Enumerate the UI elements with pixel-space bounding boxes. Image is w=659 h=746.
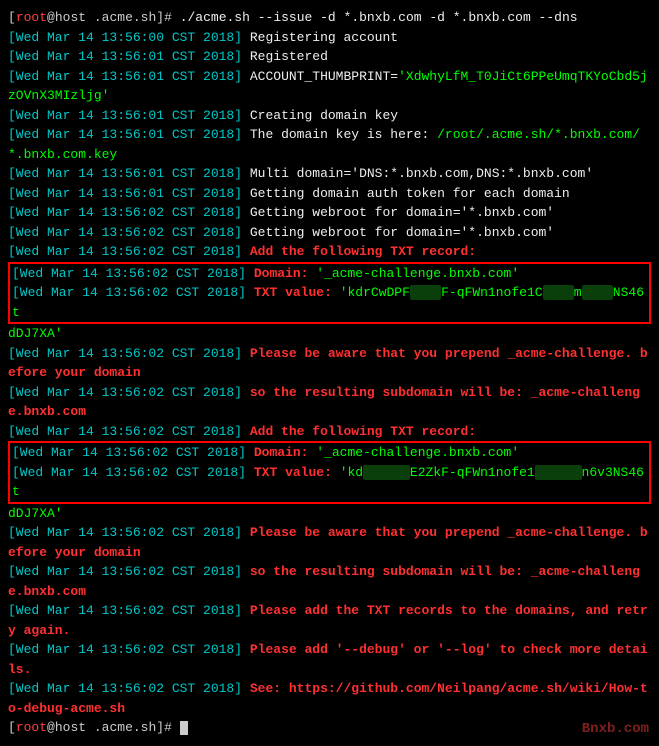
msg-multi-domain: Multi domain='DNS:*.bnxb.com,DNS:*.bnxb.…	[250, 166, 593, 181]
log-line: [Wed Mar 14 13:56:02 CST 2018] Please be…	[8, 344, 651, 383]
prompt-host: host	[55, 10, 86, 25]
msg-webroot1: Getting webroot for domain='*.bnxb.com'	[250, 205, 554, 220]
timestamp: [Wed Mar 14 13:56:02 CST 2018]	[8, 681, 242, 696]
txt-val-part: m	[574, 285, 582, 300]
timestamp: [Wed Mar 14 13:56:02 CST 2018]	[12, 285, 246, 300]
key-here-label: The domain key is here:	[250, 127, 437, 142]
log-line: [Wed Mar 14 13:56:02 CST 2018] Getting w…	[8, 223, 651, 243]
log-line: [Wed Mar 14 13:56:02 CST 2018] Domain: '…	[12, 443, 647, 463]
log-line: [Wed Mar 14 13:56:02 CST 2018] TXT value…	[12, 463, 647, 502]
prompt-line[interactable]: [root@host .acme.sh]# ./acme.sh --issue …	[8, 8, 651, 28]
txt-label: TXT value:	[254, 285, 340, 300]
msg-registering: Registering account	[250, 30, 398, 45]
log-line: [Wed Mar 14 13:56:02 CST 2018] Add the f…	[8, 242, 651, 262]
prompt-line[interactable]: [root@host .acme.sh]#	[8, 718, 651, 738]
prompt-host: host	[55, 720, 86, 735]
msg-add-txt: Add the following TXT record:	[250, 424, 476, 439]
log-line: [Wed Mar 14 13:56:02 CST 2018] so the re…	[8, 562, 651, 601]
prompt-user: root	[16, 10, 47, 25]
timestamp: [Wed Mar 14 13:56:02 CST 2018]	[8, 424, 242, 439]
timestamp: [Wed Mar 14 13:56:02 CST 2018]	[12, 266, 246, 281]
domain-value: '_acme-challenge.bnxb.com'	[316, 445, 519, 460]
timestamp: [Wed Mar 14 13:56:01 CST 2018]	[8, 49, 242, 64]
highlight-box-2: [Wed Mar 14 13:56:02 CST 2018] Domain: '…	[8, 441, 651, 504]
command-text: ./acme.sh --issue -d *.bnxb.com -d *.bnx…	[180, 10, 578, 25]
log-line: dDJ7XA'	[8, 324, 651, 344]
watermark: Bnxb.com	[582, 719, 649, 740]
domain-label: Domain:	[254, 445, 316, 460]
msg-registered: Registered	[250, 49, 328, 64]
redacted-text: xxxxxx	[363, 465, 410, 480]
txt-val-part: 'kd	[340, 465, 363, 480]
timestamp: [Wed Mar 14 13:56:02 CST 2018]	[8, 346, 242, 361]
prompt-user: root	[16, 720, 47, 735]
txt-label: TXT value:	[254, 465, 340, 480]
log-line: dDJ7XA'	[8, 504, 651, 524]
timestamp: [Wed Mar 14 13:56:02 CST 2018]	[8, 225, 242, 240]
redacted-text: xxxx	[582, 285, 613, 300]
msg-auth-token: Getting domain auth token for each domai…	[250, 186, 570, 201]
msg-add-txt: Add the following TXT record:	[250, 244, 476, 259]
log-line: [Wed Mar 14 13:56:02 CST 2018] TXT value…	[12, 283, 647, 322]
txt-val-part: F-qFWn1nofe1C	[441, 285, 542, 300]
txt-val-part: 'kdrCwDPF	[340, 285, 410, 300]
redacted-text: xxxx	[410, 285, 441, 300]
txt-val-part: E2ZkF-qFWn1nofe1	[410, 465, 535, 480]
prompt-dir: .acme.sh	[94, 720, 156, 735]
timestamp: [Wed Mar 14 13:56:01 CST 2018]	[8, 186, 242, 201]
prompt-dir: .acme.sh	[94, 10, 156, 25]
log-line: [Wed Mar 14 13:56:01 CST 2018] Registere…	[8, 47, 651, 67]
redacted-text: xxxx	[543, 285, 574, 300]
log-line: [Wed Mar 14 13:56:02 CST 2018] Please be…	[8, 523, 651, 562]
domain-value: '_acme-challenge.bnxb.com'	[316, 266, 519, 281]
highlight-box-1: [Wed Mar 14 13:56:02 CST 2018] Domain: '…	[8, 262, 651, 325]
thumb-label: ACCOUNT_THUMBPRINT=	[250, 69, 398, 84]
log-line: [Wed Mar 14 13:56:01 CST 2018] The domai…	[8, 125, 651, 164]
redacted-text: xxxxxx	[535, 465, 582, 480]
msg-webroot2: Getting webroot for domain='*.bnxb.com'	[250, 225, 554, 240]
timestamp: [Wed Mar 14 13:56:01 CST 2018]	[8, 108, 242, 123]
timestamp: [Wed Mar 14 13:56:01 CST 2018]	[8, 166, 242, 181]
timestamp: [Wed Mar 14 13:56:02 CST 2018]	[12, 465, 246, 480]
cursor-icon	[180, 721, 188, 735]
log-line: [Wed Mar 14 13:56:01 CST 2018] Getting d…	[8, 184, 651, 204]
timestamp: [Wed Mar 14 13:56:01 CST 2018]	[8, 69, 242, 84]
timestamp: [Wed Mar 14 13:56:02 CST 2018]	[12, 445, 246, 460]
timestamp: [Wed Mar 14 13:56:02 CST 2018]	[8, 642, 242, 657]
log-line: [Wed Mar 14 13:56:02 CST 2018] See: http…	[8, 679, 651, 718]
log-line: [Wed Mar 14 13:56:02 CST 2018] Domain: '…	[12, 264, 647, 284]
domain-label: Domain:	[254, 266, 316, 281]
see-label: See:	[250, 681, 289, 696]
timestamp: [Wed Mar 14 13:56:02 CST 2018]	[8, 385, 242, 400]
log-line: [Wed Mar 14 13:56:00 CST 2018] Registeri…	[8, 28, 651, 48]
timestamp: [Wed Mar 14 13:56:00 CST 2018]	[8, 30, 242, 45]
timestamp: [Wed Mar 14 13:56:02 CST 2018]	[8, 244, 242, 259]
timestamp: [Wed Mar 14 13:56:01 CST 2018]	[8, 127, 242, 142]
txt-tail: dDJ7XA'	[8, 326, 63, 341]
log-line: [Wed Mar 14 13:56:02 CST 2018] Getting w…	[8, 203, 651, 223]
log-line: [Wed Mar 14 13:56:01 CST 2018] ACCOUNT_T…	[8, 67, 651, 106]
log-line: [Wed Mar 14 13:56:01 CST 2018] Multi dom…	[8, 164, 651, 184]
log-line: [Wed Mar 14 13:56:02 CST 2018] so the re…	[8, 383, 651, 422]
timestamp: [Wed Mar 14 13:56:02 CST 2018]	[8, 205, 242, 220]
log-line: [Wed Mar 14 13:56:02 CST 2018] Please ad…	[8, 640, 651, 679]
log-line: [Wed Mar 14 13:56:01 CST 2018] Creating …	[8, 106, 651, 126]
timestamp: [Wed Mar 14 13:56:02 CST 2018]	[8, 603, 242, 618]
timestamp: [Wed Mar 14 13:56:02 CST 2018]	[8, 525, 242, 540]
log-line: [Wed Mar 14 13:56:02 CST 2018] Please ad…	[8, 601, 651, 640]
log-line: [Wed Mar 14 13:56:02 CST 2018] Add the f…	[8, 422, 651, 442]
msg-creating-key: Creating domain key	[250, 108, 398, 123]
timestamp: [Wed Mar 14 13:56:02 CST 2018]	[8, 564, 242, 579]
txt-tail: dDJ7XA'	[8, 506, 63, 521]
